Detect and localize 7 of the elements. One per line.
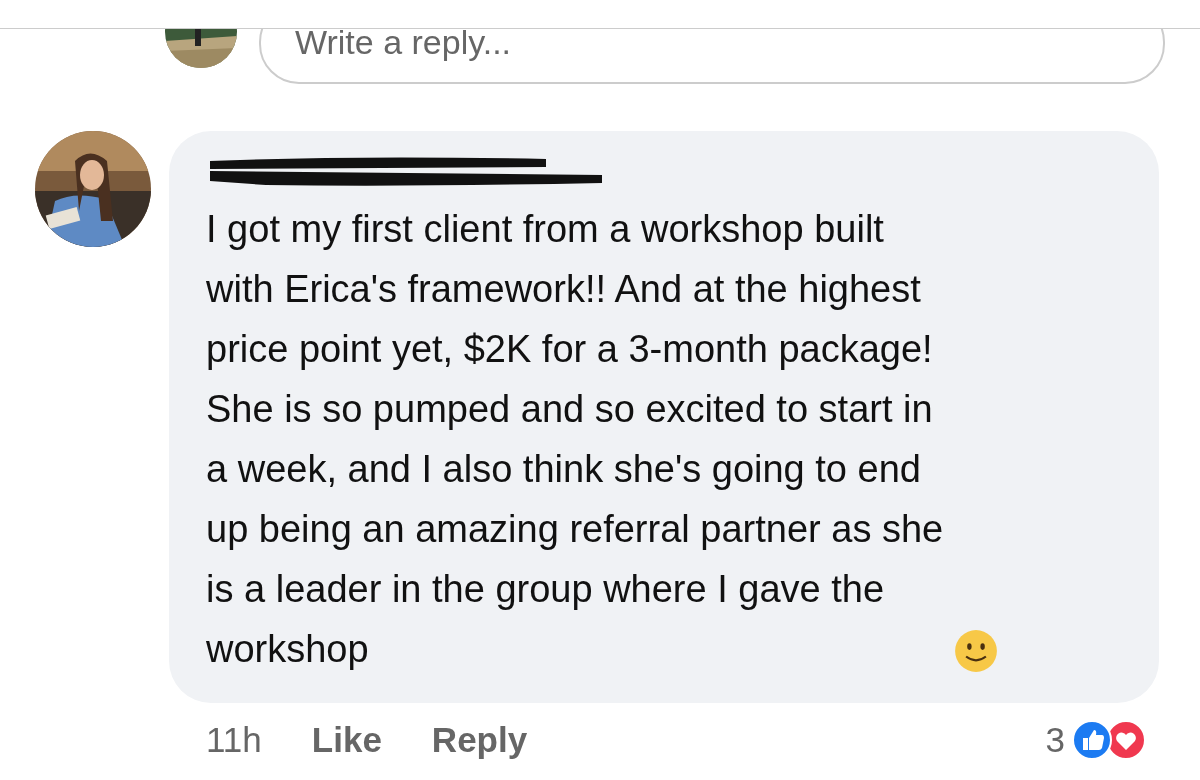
smiley-icon — [954, 629, 998, 673]
comment-time: 11h — [206, 720, 262, 760]
reply-field[interactable]: Write a reply... — [259, 29, 1165, 84]
comment-text: I got my first client from a workshop built with Erica's framework!! And at the highest price point yet, $2K for a 3-month package! She is so pumped and so excited to start in a week, and I also think she's going to end up being an amazing referral partner as she is a leader in the group where I gave the workshop — [206, 207, 945, 672]
reaction-count: 3 — [1045, 720, 1065, 760]
comment-action-link[interactable]: Like — [311, 720, 382, 760]
comment-action-link[interactable]: Reply — [431, 720, 528, 760]
